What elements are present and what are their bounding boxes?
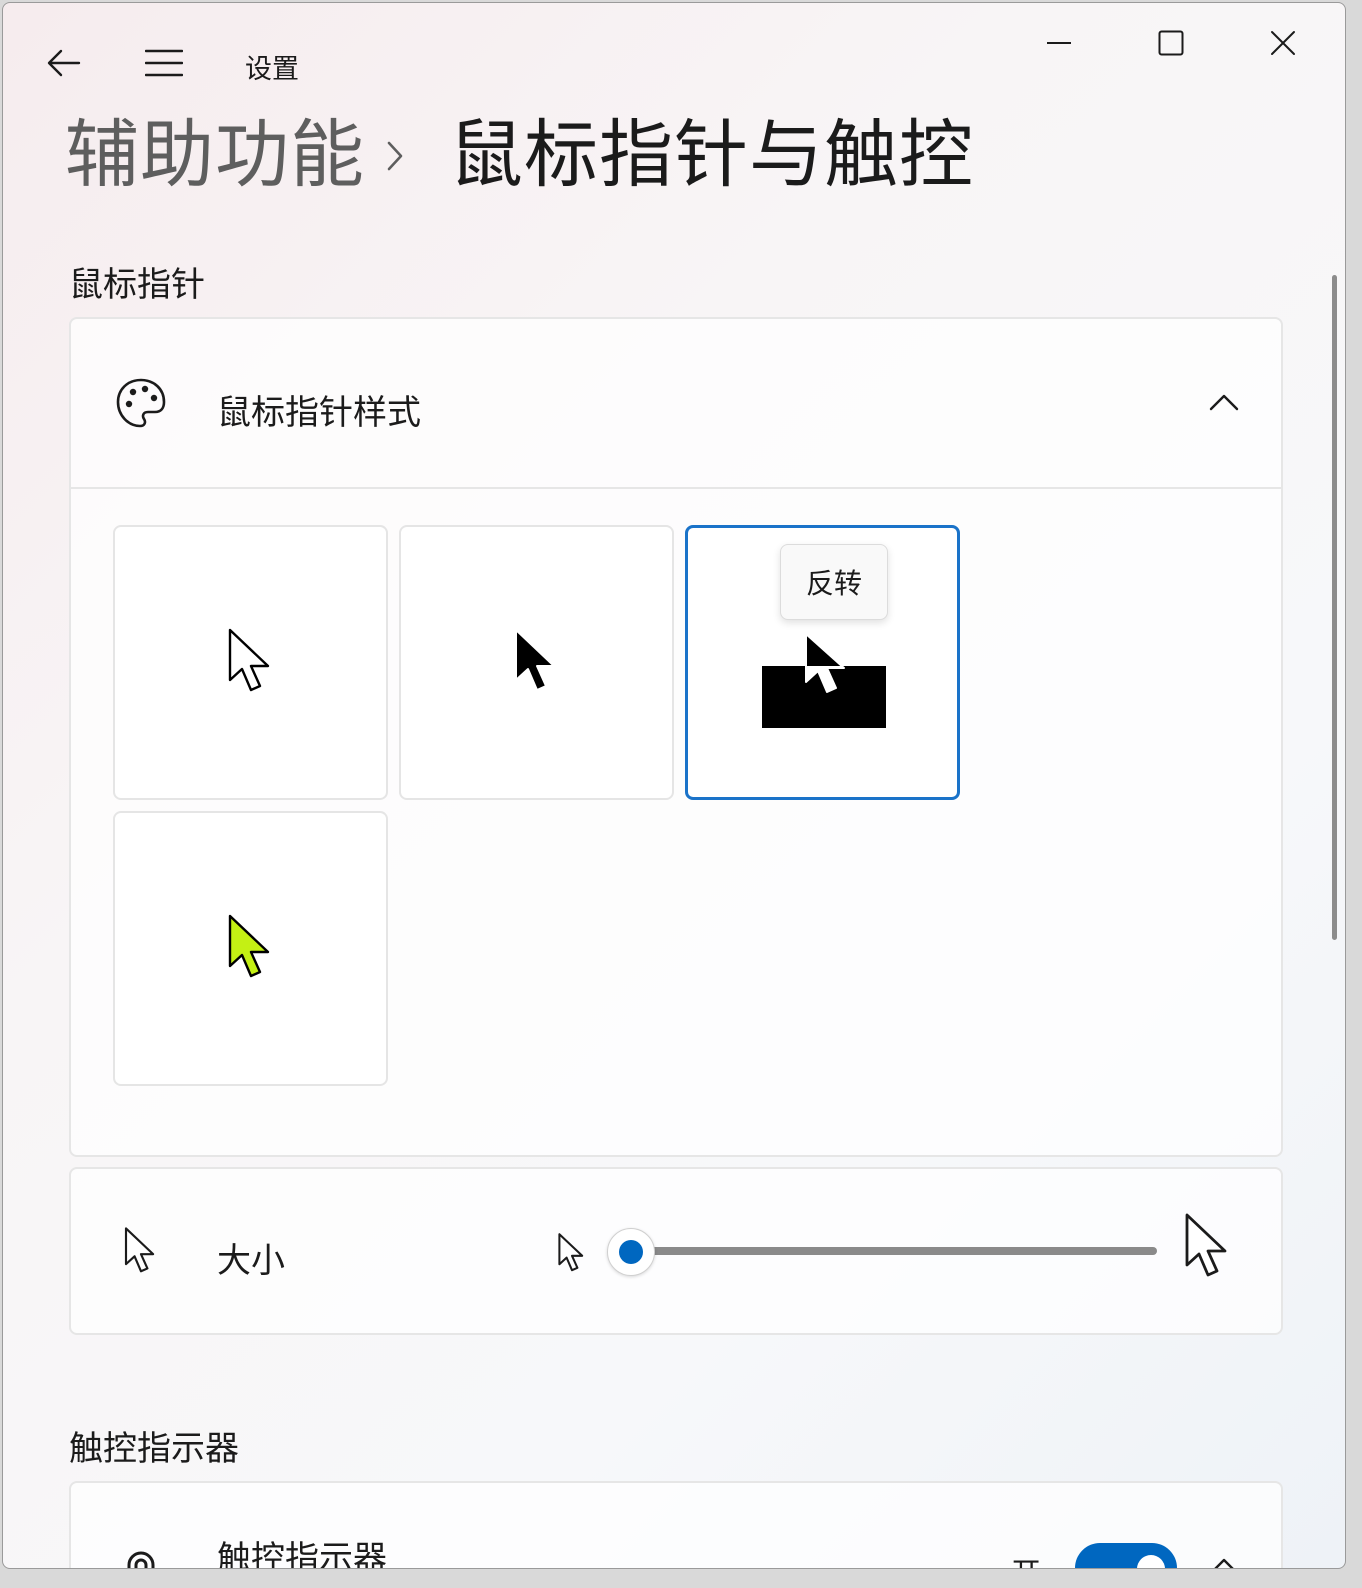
maximize-button[interactable] <box>1143 23 1199 63</box>
minimize-icon <box>1047 42 1071 44</box>
window-title: 设置 <box>245 54 299 85</box>
settings-window: 设置 辅助功能 鼠标指针与触控 鼠标指针 鼠标指针样式 反转 大小 触控指示器 … <box>2 2 1346 1569</box>
breadcrumb-parent[interactable]: 辅助功能 <box>65 114 365 196</box>
chevron-up-icon[interactable] <box>1209 393 1239 415</box>
pointer-size-slider[interactable] <box>607 1221 1157 1281</box>
pointer-option-custom[interactable] <box>113 811 388 1086</box>
touch-indicator-title: 触控指示器 <box>217 1539 387 1569</box>
back-arrow-icon <box>47 49 81 77</box>
small-pointer-icon <box>557 1233 587 1279</box>
toggle-knob <box>1137 1555 1165 1568</box>
minimize-button[interactable] <box>1031 23 1087 63</box>
pointer-size-card: 大小 <box>69 1167 1283 1335</box>
palette-icon <box>115 377 167 433</box>
white-pointer-icon <box>228 628 269 691</box>
card-divider <box>71 487 1281 489</box>
section-header-mouse-pointer: 鼠标指针 <box>69 265 205 305</box>
close-icon <box>1271 31 1295 55</box>
hamburger-icon <box>145 49 183 77</box>
touch-indicator-icon <box>121 1545 161 1568</box>
black-pointer-icon <box>514 628 555 691</box>
menu-button[interactable] <box>139 43 189 83</box>
pointer-style-card: 鼠标指针样式 反转 <box>69 317 1283 1157</box>
maximize-icon <box>1158 30 1184 56</box>
back-button[interactable] <box>39 43 89 83</box>
pointer-icon <box>123 1227 159 1281</box>
pointer-option-white[interactable] <box>113 525 388 800</box>
toggle-state-label: 开 <box>1011 1549 1041 1568</box>
tooltip-inverted: 反转 <box>780 544 888 620</box>
close-button[interactable] <box>1255 23 1311 63</box>
touch-indicator-toggle[interactable] <box>1075 1543 1177 1568</box>
slider-track <box>631 1247 1157 1255</box>
pointer-style-header[interactable]: 鼠标指针样式 <box>71 319 1281 487</box>
pointer-size-label: 大小 <box>217 1241 285 1281</box>
chevron-up-icon[interactable] <box>1211 1557 1237 1568</box>
section-header-touch-indicator: 触控指示器 <box>69 1429 239 1469</box>
chevron-right-icon <box>385 139 405 177</box>
pointer-option-inverted[interactable]: 反转 <box>685 525 960 800</box>
custom-pointer-icon <box>228 914 269 977</box>
slider-thumb[interactable] <box>607 1228 655 1276</box>
pointer-style-title: 鼠标指针样式 <box>217 393 421 433</box>
page-title: 鼠标指针与触控 <box>449 112 974 198</box>
inverted-pointer-icon <box>762 633 886 728</box>
touch-indicator-card[interactable]: 触控指示器 开 <box>69 1481 1283 1569</box>
vertical-scrollbar[interactable] <box>1332 275 1337 940</box>
large-pointer-icon <box>1183 1213 1233 1287</box>
pointer-option-black[interactable] <box>399 525 674 800</box>
